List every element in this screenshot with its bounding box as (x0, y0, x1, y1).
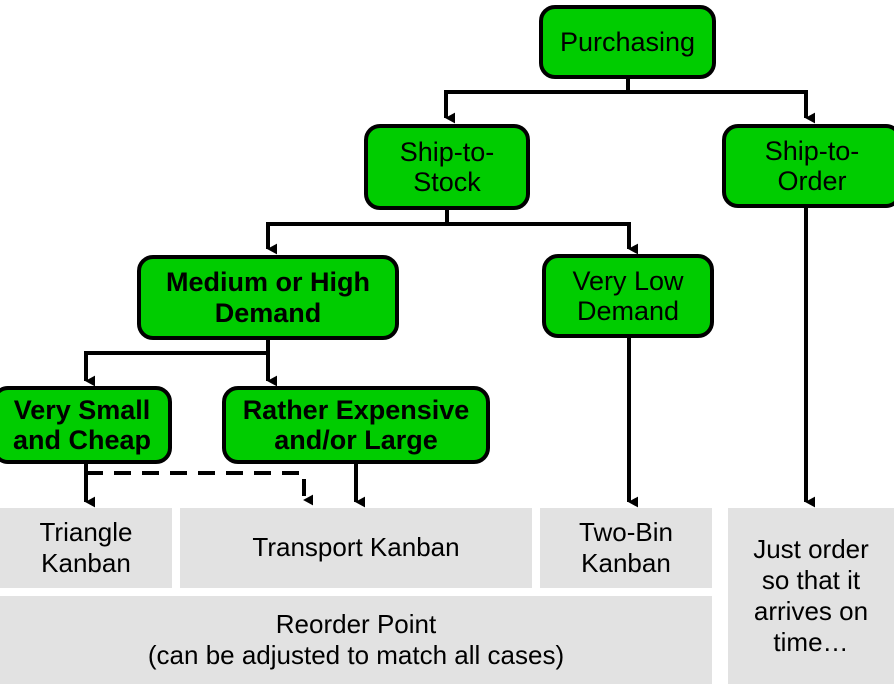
edge-demand-to-very-small (84, 340, 270, 387)
outcome-two-bin-kanban[interactable]: Two-Bin Kanban (540, 508, 712, 588)
node-purchasing-label: Purchasing (559, 26, 696, 57)
edge-purchasing-to-ship-to-order (628, 90, 816, 124)
outcome-two-bin-kanban-label: Two-Bin Kanban (579, 516, 673, 578)
edge-very-small-to-transport-dashed (86, 471, 314, 506)
node-purchasing[interactable]: Purchasing (539, 5, 716, 79)
node-ship-to-order-label: Ship-to- Order (764, 135, 860, 196)
outcome-triangle-kanban[interactable]: Triangle Kanban (0, 508, 172, 588)
node-medium-or-high-demand[interactable]: Medium or High Demand (137, 255, 399, 340)
outcome-transport-kanban[interactable]: Transport Kanban (180, 508, 532, 588)
node-very-small-and-cheap[interactable]: Very Small and Cheap (0, 386, 172, 464)
outcome-reorder-point-label: Reorder Point (can be adjusted to match … (147, 608, 565, 670)
outcome-triangle-kanban-label: Triangle Kanban (39, 516, 133, 578)
outcome-reorder-point[interactable]: Reorder Point (can be adjusted to match … (0, 596, 712, 684)
node-very-low-demand-label: Very Low Demand (572, 265, 684, 326)
node-rather-expensive-and-or-large[interactable]: Rather Expensive and/or Large (222, 386, 490, 464)
node-medium-or-high-demand-label: Medium or High Demand (166, 267, 370, 328)
node-ship-to-stock-label: Ship-to- Stock (399, 136, 495, 197)
outcome-transport-kanban-label: Transport Kanban (252, 532, 460, 563)
node-rather-expensive-and-or-large-label: Rather Expensive and/or Large (242, 394, 470, 455)
node-ship-to-order[interactable]: Ship-to- Order (722, 124, 894, 208)
edge-stock-to-medium-high (266, 210, 449, 255)
node-ship-to-stock[interactable]: Ship-to- Stock (364, 124, 530, 210)
outcome-just-order[interactable]: Just order so that it arrives on time… (728, 508, 894, 684)
edge-stock-to-very-low (447, 222, 639, 255)
flowchart-canvas: Purchasing Ship-to- Stock Ship-to- Order… (0, 0, 894, 684)
edge-purchasing-split (444, 78, 630, 124)
node-very-small-and-cheap-label: Very Small and Cheap (12, 394, 152, 455)
outcome-just-order-label: Just order so that it arrives on time… (753, 533, 869, 658)
node-very-low-demand[interactable]: Very Low Demand (542, 254, 714, 338)
